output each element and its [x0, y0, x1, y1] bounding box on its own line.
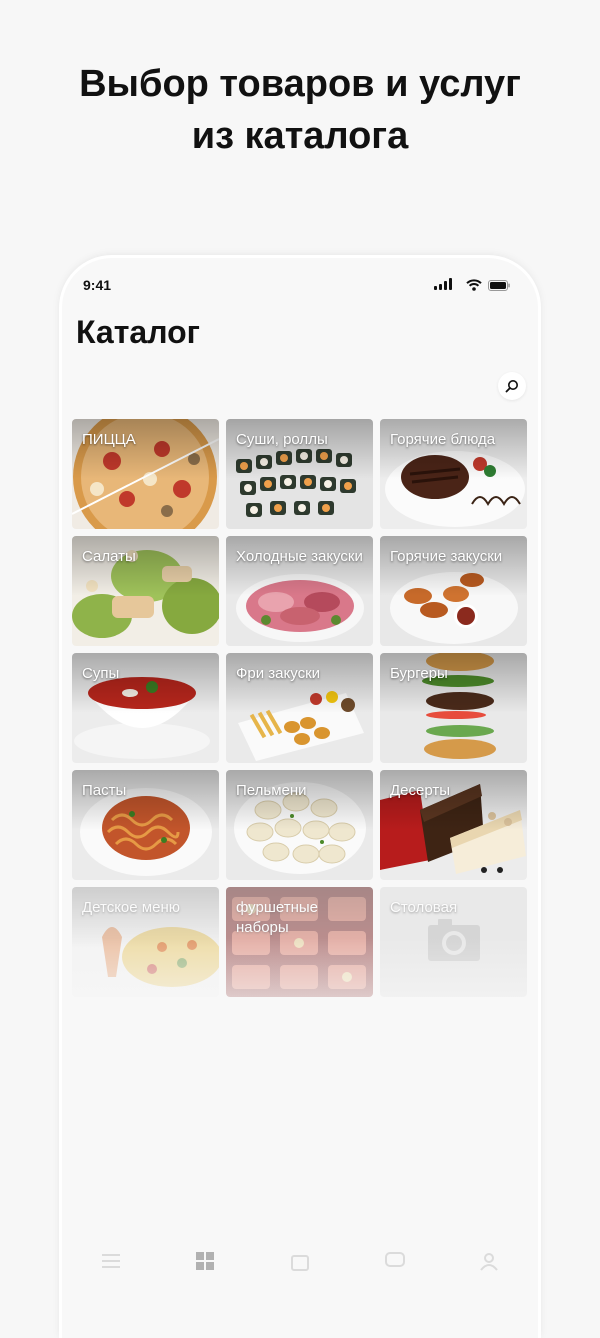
- profile-icon[interactable]: [478, 1250, 500, 1272]
- search-icon: [505, 380, 518, 393]
- bag-icon[interactable]: [289, 1250, 311, 1272]
- catalog-tile-sushi[interactable]: Суши, роллы: [226, 419, 373, 529]
- catalog-tile-buffet-sets[interactable]: фуршетные наборы: [226, 887, 373, 997]
- catalog-tile-label: Суши, роллы: [236, 431, 328, 448]
- catalog-tile-label: Фри закуски: [236, 665, 321, 682]
- catalog-tile-burgers[interactable]: Бургеры: [380, 653, 527, 763]
- chat-icon[interactable]: [384, 1250, 406, 1272]
- catalog-tile-pizza[interactable]: ПИЦЦА: [72, 419, 219, 529]
- catalog-tile-label: Десерты: [390, 782, 451, 799]
- catalog-tile-label: фуршетные наборы: [236, 899, 319, 936]
- catalog-tile-hot-snacks[interactable]: Горячие закуски: [380, 536, 527, 646]
- catalog-tile-label: Супы: [82, 665, 120, 682]
- catalog-tile-soups[interactable]: Супы: [72, 653, 219, 763]
- promo-headline-line-2: из каталога: [191, 115, 409, 157]
- battery-icon: [488, 278, 510, 291]
- catalog-tile-hot-dishes[interactable]: Горячие блюда: [380, 419, 527, 529]
- page-title: Каталог: [76, 314, 200, 350]
- catalog-tile-salads[interactable]: Салаты: [72, 536, 219, 646]
- catalog-tile-label: Столовая: [390, 899, 458, 916]
- phone-frame: 9:41 Каталог ПИЦЦА Суши, роллы Горячие б…: [62, 258, 538, 1338]
- wifi-icon: [466, 278, 482, 291]
- status-bar: 9:41: [62, 258, 538, 310]
- grid-icon[interactable]: [194, 1250, 216, 1272]
- catalog-tile-pasta[interactable]: Пасты: [72, 770, 219, 880]
- catalog-tile-cold-snacks[interactable]: Холодные закуски: [226, 536, 373, 646]
- catalog-tile-label: Пельмени: [236, 782, 307, 799]
- catalog-grid: ПИЦЦА Суши, роллы Горячие блюда Салаты Х…: [72, 419, 528, 997]
- search-button[interactable]: [498, 372, 526, 400]
- catalog-tile-kids-menu[interactable]: Детское меню: [72, 887, 219, 997]
- catalog-tile-label: ПИЦЦА: [82, 431, 136, 448]
- list-icon[interactable]: [100, 1250, 122, 1272]
- promo-headline-line-1: Выбор товаров и услуг: [79, 63, 521, 105]
- catalog-tile-canteen[interactable]: Столовая: [380, 887, 527, 997]
- tab-bar: [62, 1238, 538, 1298]
- status-time: 9:41: [83, 277, 112, 293]
- catalog-tile-label: Бургеры: [390, 665, 448, 682]
- catalog-tile-fries[interactable]: Фри закуски: [226, 653, 373, 763]
- catalog-tile-label: Холодные закуски: [236, 548, 363, 565]
- catalog-tile-label: Салаты: [82, 548, 136, 565]
- cellular-signal-icon: [434, 278, 452, 290]
- catalog-tile-desserts[interactable]: Десерты: [380, 770, 527, 880]
- catalog-tile-label: Горячие закуски: [390, 548, 503, 565]
- catalog-tile-dumplings[interactable]: Пельмени: [226, 770, 373, 880]
- catalog-tile-label: Пасты: [82, 782, 127, 799]
- catalog-tile-label: Детское меню: [82, 899, 180, 916]
- catalog-tile-label: Горячие блюда: [390, 431, 496, 448]
- promo-headline: Выбор товаров и услуг из каталога: [0, 58, 600, 162]
